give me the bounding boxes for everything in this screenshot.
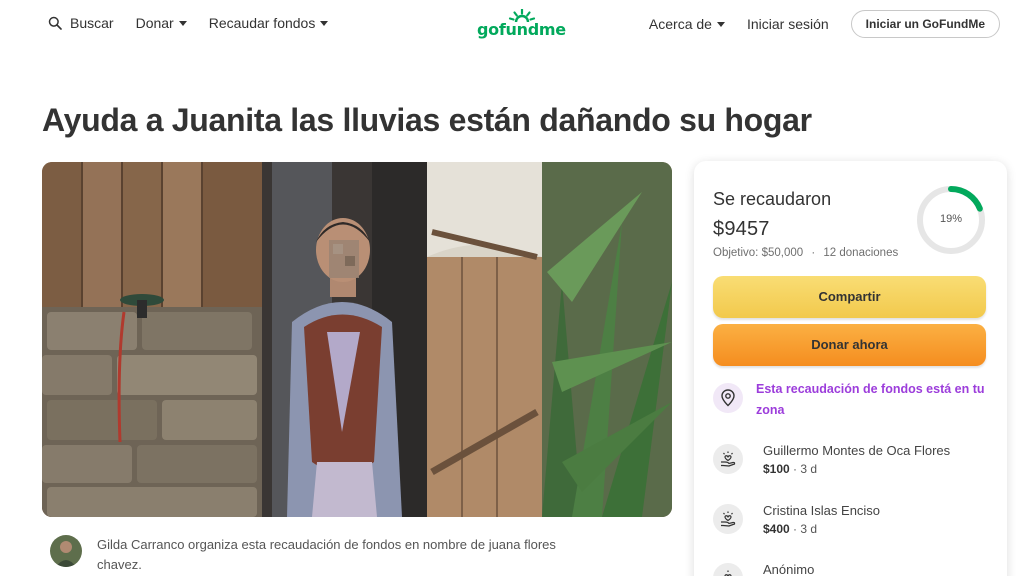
donate-now-button[interactable]: Donar ahora [713,324,986,366]
location-pin-icon [713,383,743,413]
fundraise-menu[interactable]: Recaudar fondos [209,15,329,31]
goal-text: Objetivo: $50,000 [713,247,804,259]
top-navigation: Buscar Donar Recaudar fondos gofundme Ac… [0,0,1024,48]
start-gofundme-button[interactable]: Iniciar un GoFundMe [850,10,1000,38]
search-label: Buscar [70,15,114,31]
share-button[interactable]: Compartir [713,276,986,318]
fundraise-menu-label: Recaudar fondos [208,15,316,31]
search-icon [48,16,62,30]
organizer-info: Gilda Carranco organiza esta recaudación… [50,535,597,575]
donor-amount: $100 [763,462,790,476]
donate-menu[interactable]: Donar [136,15,187,31]
search-link[interactable]: Buscar [48,15,114,31]
donations-count: 12 donaciones [823,247,899,259]
donor-name: Guillermo Montes de Oca Flores [763,443,951,458]
raised-amount: $9457 [713,218,770,240]
donor-item: Guillermo Montes de Oca Flores $100 · 3 … [713,441,950,478]
raised-label: Se recaudaron [713,189,832,209]
heart-hand-icon [713,444,743,474]
local-zone-text: Esta recaudación de fondos está en tu zo… [756,382,985,417]
donor-meta: $400 · 3 d [763,520,880,538]
about-menu-label: Acerca de [648,16,712,32]
goal-line: Objetivo: $50,000 · 12 donaciones [713,247,898,259]
donor-item: Cristina Islas Enciso $400 · 3 d [713,501,880,538]
donor-meta: $100 · 3 d [763,460,950,478]
nav-left: Buscar Donar Recaudar fondos [48,15,350,31]
campaign-photo-illustration [42,162,672,517]
donation-card: Se recaudaron $9457 Objetivo: $50,000 · … [694,161,1007,576]
organizer-text: Gilda Carranco organiza esta recaudación… [97,537,556,572]
chevron-down-icon [320,20,329,26]
donor-time: · 3 d [793,462,818,476]
donor-details: Anónimo [763,560,814,576]
heart-hand-icon [713,504,743,534]
donor-amount: $400 [763,522,790,536]
login-link[interactable]: Iniciar sesión [747,16,829,32]
goal-separator: · [811,247,816,259]
local-zone-notice[interactable]: Esta recaudación de fondos está en tu zo… [713,379,988,421]
heart-hand-icon [713,563,743,576]
campaign-photo[interactable] [42,162,672,517]
progress-percent: 19% [939,213,963,225]
donor-name: Anónimo [763,562,815,576]
about-menu[interactable]: Acerca de [649,16,725,32]
donor-details: Guillermo Montes de Oca Flores $100 · 3 … [763,441,950,478]
gofundme-logo[interactable]: gofundme [477,9,572,43]
donate-menu-label: Donar [135,15,174,31]
logo-text: gofundme [477,20,566,39]
chevron-down-icon [716,21,725,27]
organizer-avatar[interactable] [50,535,82,567]
donor-item: Anónimo [713,560,814,576]
chevron-down-icon [178,20,187,26]
nav-right: Acerca de Iniciar sesión Iniciar un GoFu… [649,10,1000,38]
campaign-title: Ayuda a Juanita las lluvias están dañand… [42,102,812,138]
donor-time: · 3 d [793,522,818,536]
donor-name: Cristina Islas Enciso [763,503,881,518]
donor-details: Cristina Islas Enciso $400 · 3 d [763,501,880,538]
login-label: Iniciar sesión [746,16,829,32]
